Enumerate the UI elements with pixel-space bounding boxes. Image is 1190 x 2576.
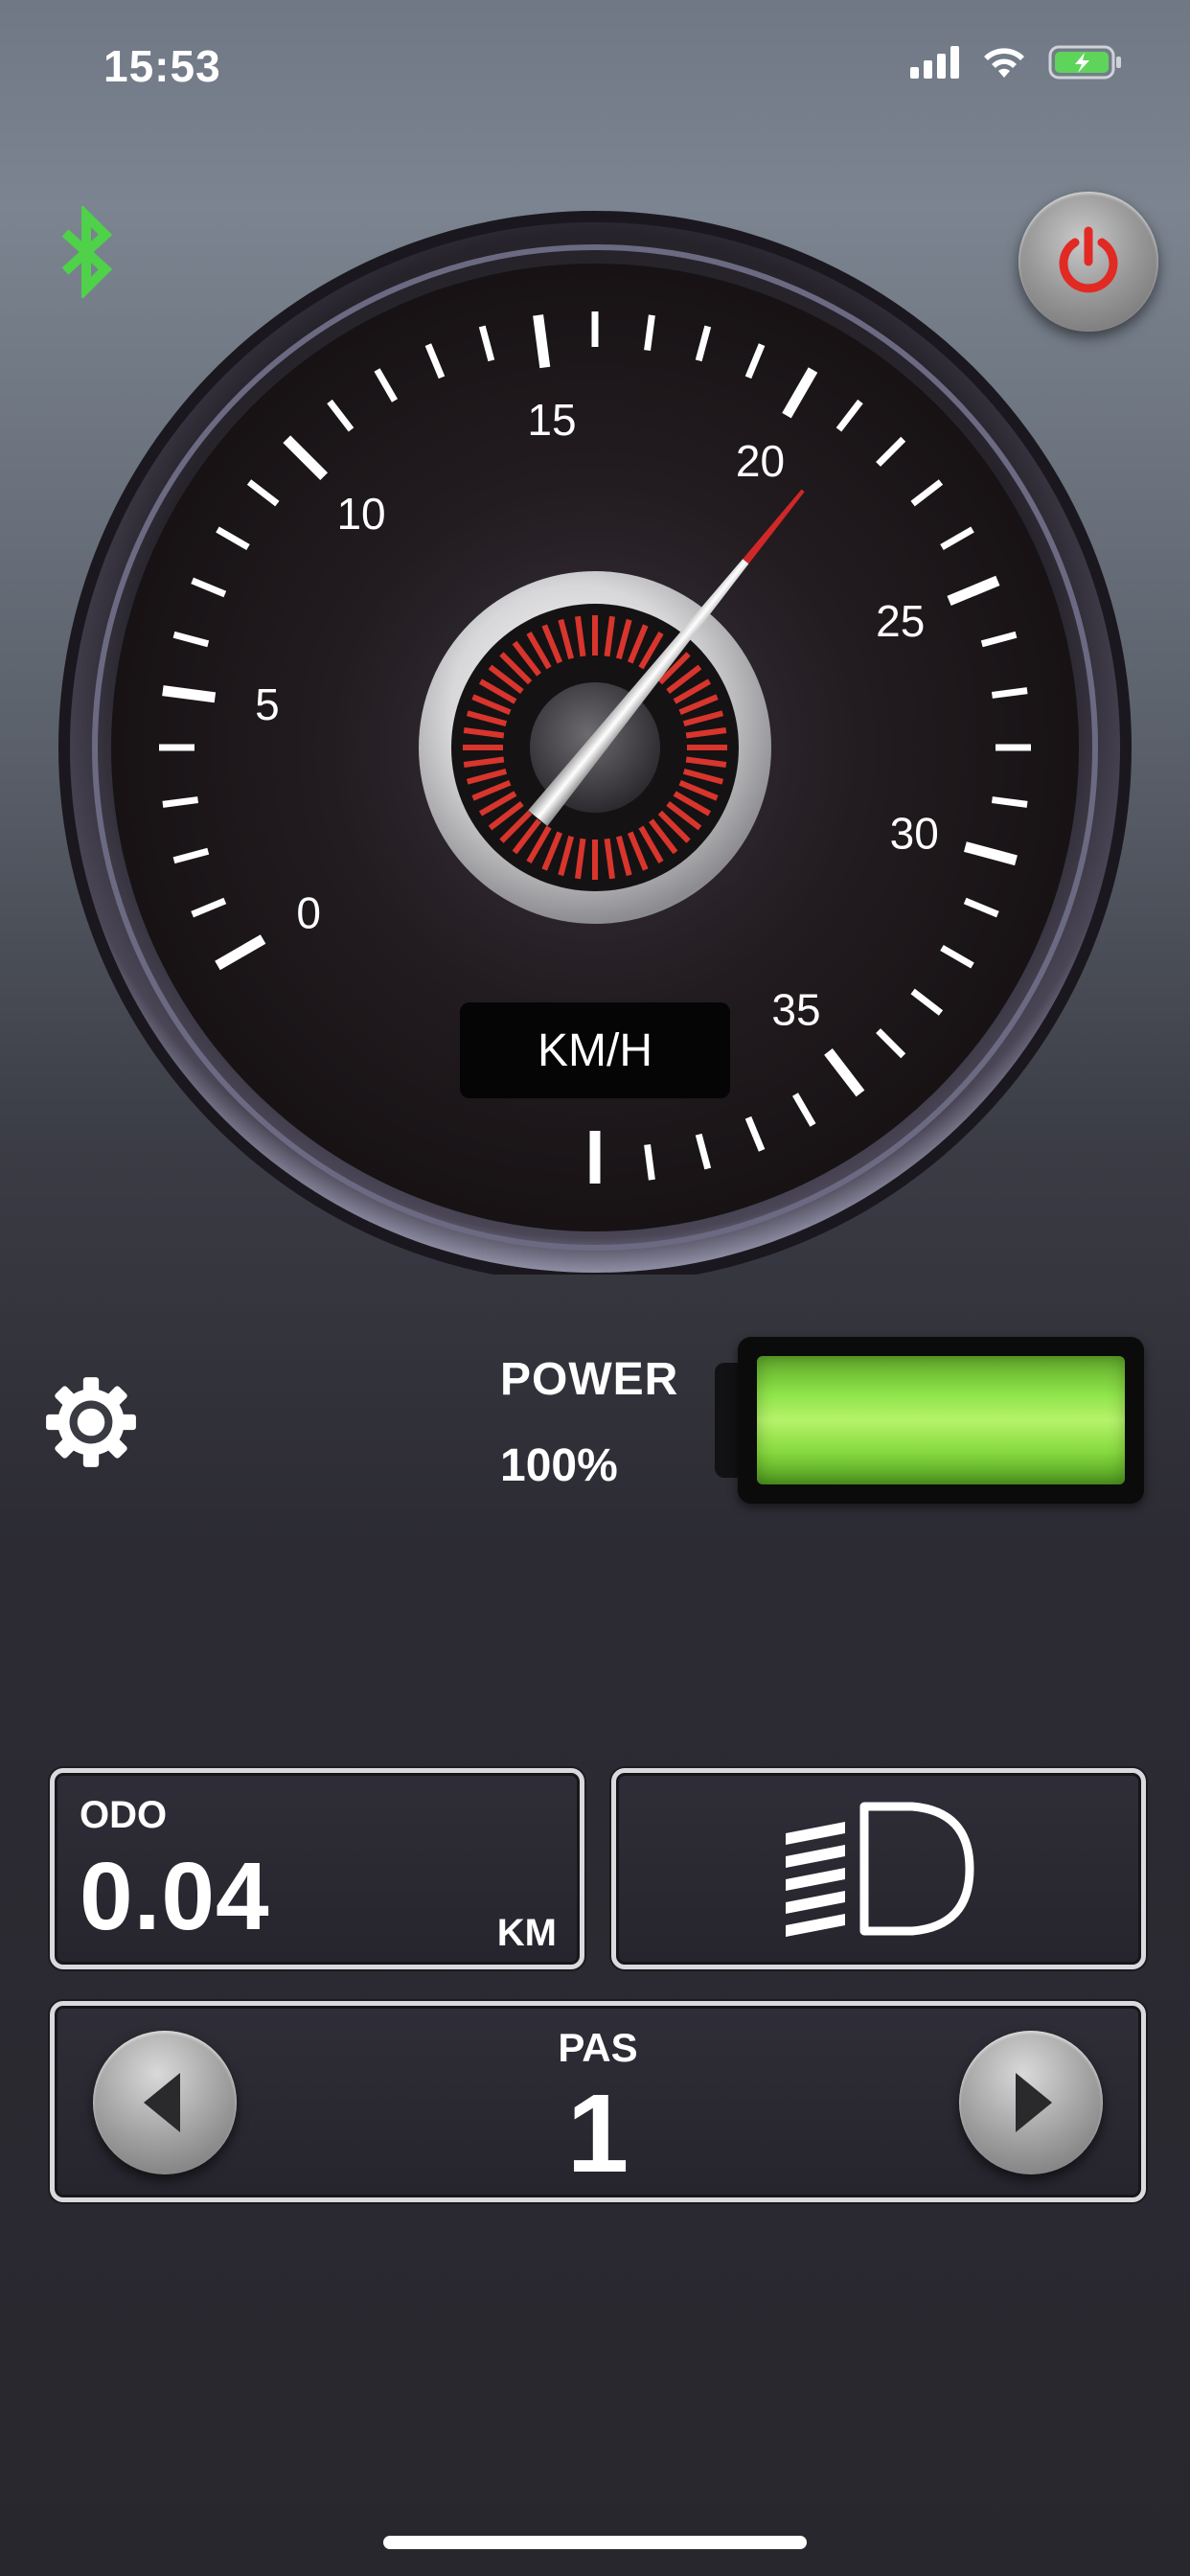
status-time: 15:53 <box>103 41 221 91</box>
status-icons <box>910 44 1123 80</box>
wifi-icon <box>984 48 1024 78</box>
minor-tick <box>162 796 199 808</box>
minor-tick <box>991 687 1028 699</box>
unit-label: KM/H <box>538 1025 652 1076</box>
major-tick <box>533 314 551 369</box>
minor-tick <box>991 796 1028 808</box>
odo-value: 0.04 <box>80 1843 270 1950</box>
battery-status-icon <box>1048 45 1121 80</box>
minor-tick <box>644 314 655 352</box>
speedometer-gauge: 0510152025303540 KM/H <box>58 211 1132 1275</box>
power-value: 100% <box>500 1440 618 1491</box>
power-label: POWER <box>500 1354 679 1405</box>
pas-card: PAS 1 <box>50 2001 1146 2202</box>
tick-label: 35 <box>771 985 820 1035</box>
headlight-icon <box>786 1802 974 1937</box>
minor-tick <box>644 1143 655 1181</box>
gear-icon[interactable] <box>42 1373 140 1476</box>
tick-label: 20 <box>736 436 785 486</box>
major-tick <box>162 685 217 703</box>
cellular-signal-icon <box>910 46 959 79</box>
tick-label: 25 <box>876 596 925 646</box>
tick-label: 10 <box>336 489 385 539</box>
battery-fill <box>757 1356 1125 1484</box>
odo-card: ODO 0.04 KM <box>50 1768 584 1969</box>
home-indicator[interactable] <box>383 2536 807 2549</box>
tick-label: 5 <box>255 679 280 729</box>
odo-unit: KM <box>496 1912 557 1954</box>
tick-label: 30 <box>890 808 939 858</box>
tick-label: 0 <box>296 888 321 938</box>
headlight-button[interactable] <box>611 1768 1146 1969</box>
battery-level-indicator <box>738 1337 1144 1504</box>
tick-label: 15 <box>527 395 576 445</box>
odo-label: ODO <box>80 1794 168 1836</box>
chevron-right-icon <box>1016 2073 1052 2132</box>
pas-increase-button[interactable] <box>959 2031 1103 2174</box>
